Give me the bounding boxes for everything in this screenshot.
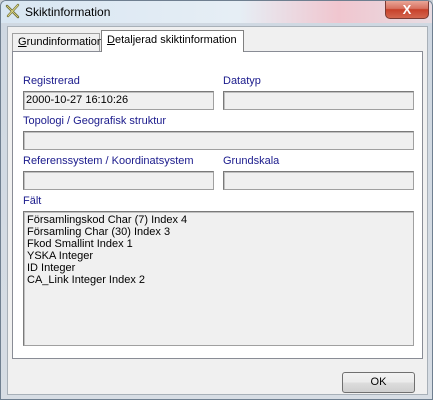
- datatyp-field[interactable]: [223, 91, 414, 110]
- title-bar[interactable]: Skiktinformation X: [1, 1, 432, 23]
- falt-label: Fält: [23, 195, 42, 207]
- tab-panel-detaljerad: Registrerad 2000-10-27 16:10:26 Datatyp …: [12, 51, 423, 359]
- dialog-window: Skiktinformation X Grundinformation Deta…: [0, 0, 433, 400]
- list-item[interactable]: Församlingskod Char (7) Index 4: [27, 214, 410, 226]
- grundskala-label: Grundskala: [223, 155, 280, 167]
- dialog-client-area: Grundinformation Detaljerad skiktinforma…: [7, 26, 428, 395]
- list-item[interactable]: CA_Link Integer Index 2: [27, 274, 410, 286]
- referenssystem-field[interactable]: [23, 171, 214, 190]
- list-item[interactable]: Fkod Smallint Index 1: [27, 238, 410, 250]
- registrerad-label: Registrerad: [23, 75, 80, 87]
- topologi-field[interactable]: [23, 131, 414, 150]
- tab-detaljerad-accel: D: [107, 34, 115, 46]
- list-item[interactable]: Församling Char (30) Index 3: [27, 226, 410, 238]
- tool-cross-icon: [5, 3, 20, 19]
- tab-grundinformation-label: rundinformation: [26, 36, 103, 48]
- ok-button[interactable]: OK: [342, 372, 415, 393]
- topologi-label: Topologi / Geografisk struktur: [23, 115, 167, 127]
- list-item[interactable]: YSKA Integer: [27, 250, 410, 262]
- grundskala-field[interactable]: [223, 171, 414, 190]
- tab-detaljerad-skiktinformation[interactable]: Detaljerad skiktinformation: [101, 30, 244, 52]
- tab-grundinformation[interactable]: Grundinformation: [12, 33, 103, 51]
- close-icon: X: [402, 2, 412, 17]
- list-item[interactable]: ID Integer: [27, 262, 410, 274]
- tab-grundinformation-accel: G: [18, 36, 27, 48]
- referenssystem-label: Referenssystem / Koordinatsystem: [23, 155, 194, 167]
- tab-detaljerad-label: etaljerad skiktinformation: [114, 34, 237, 46]
- window-title: Skiktinformation: [25, 5, 111, 19]
- falt-list[interactable]: Församlingskod Char (7) Index 4 Församli…: [23, 211, 414, 346]
- datatyp-label: Datatyp: [223, 75, 261, 87]
- registrerad-field[interactable]: 2000-10-27 16:10:26: [23, 91, 214, 110]
- close-button[interactable]: X: [385, 1, 429, 19]
